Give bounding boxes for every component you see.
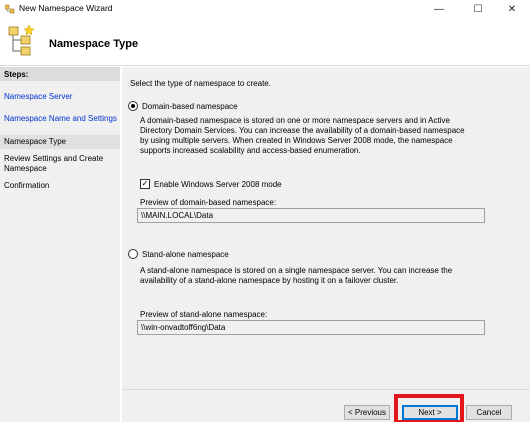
sidebar-item-review-settings: Review Settings and Create Namespace xyxy=(4,154,104,173)
sidebar-item-confirmation: Confirmation xyxy=(4,181,50,190)
standalone-label[interactable]: Stand-alone namespace xyxy=(142,250,229,259)
namespace-app-icon xyxy=(5,4,15,14)
sidebar-item-namespace-type: Namespace Type xyxy=(4,137,67,146)
sidebar-item-namespace-server[interactable]: Namespace Server xyxy=(4,92,118,102)
next-button-highlight xyxy=(394,394,464,424)
standalone-description: A stand-alone namespace is stored on a s… xyxy=(140,266,453,285)
title-bar: New Namespace Wizard — ☐ ✕ xyxy=(0,0,530,18)
domain-preview-field: \\MAIN.LOCAL\Data xyxy=(137,208,485,223)
page-title: Namespace Type xyxy=(49,38,139,50)
minimize-icon: — xyxy=(434,3,444,15)
namespace-wizard-icon xyxy=(8,24,35,56)
minimize-button[interactable]: — xyxy=(421,0,457,18)
domain-based-radio[interactable] xyxy=(128,101,138,111)
steps-sidebar: Steps: Namespace Server Namespace Name a… xyxy=(0,67,120,422)
previous-button[interactable]: < Previous xyxy=(344,405,390,420)
wizard-footer: < Previous Next > Cancel xyxy=(122,389,530,422)
main-content: Select the type of namespace to create. … xyxy=(122,67,530,389)
domain-based-description: A domain-based namespace is stored on on… xyxy=(140,116,465,155)
standalone-preview-field: \\win-onvadtoff6ng\Data xyxy=(137,320,485,335)
domain-based-label[interactable]: Domain-based namespace xyxy=(142,102,238,111)
ws2008-mode-checkbox[interactable]: ✓ xyxy=(140,179,150,189)
standalone-radio[interactable] xyxy=(128,249,138,259)
domain-preview-label: Preview of domain-based namespace: xyxy=(140,198,277,207)
standalone-preview-label: Preview of stand-alone namespace: xyxy=(140,310,268,319)
steps-heading: Steps: xyxy=(0,67,120,81)
bottom-strip xyxy=(0,422,530,427)
close-icon: ✕ xyxy=(507,3,517,15)
close-button[interactable]: ✕ xyxy=(494,0,530,18)
wizard-header: Namespace Type xyxy=(0,18,530,66)
window-title: New Namespace Wizard xyxy=(19,3,113,13)
maximize-icon: ☐ xyxy=(473,3,483,15)
cancel-button[interactable]: Cancel xyxy=(466,405,512,420)
sidebar-item-namespace-name[interactable]: Namespace Name and Settings xyxy=(4,114,118,124)
maximize-button[interactable]: ☐ xyxy=(460,0,496,18)
ws2008-mode-label[interactable]: Enable Windows Server 2008 mode xyxy=(154,180,282,189)
instruction-text: Select the type of namespace to create. xyxy=(130,79,271,88)
